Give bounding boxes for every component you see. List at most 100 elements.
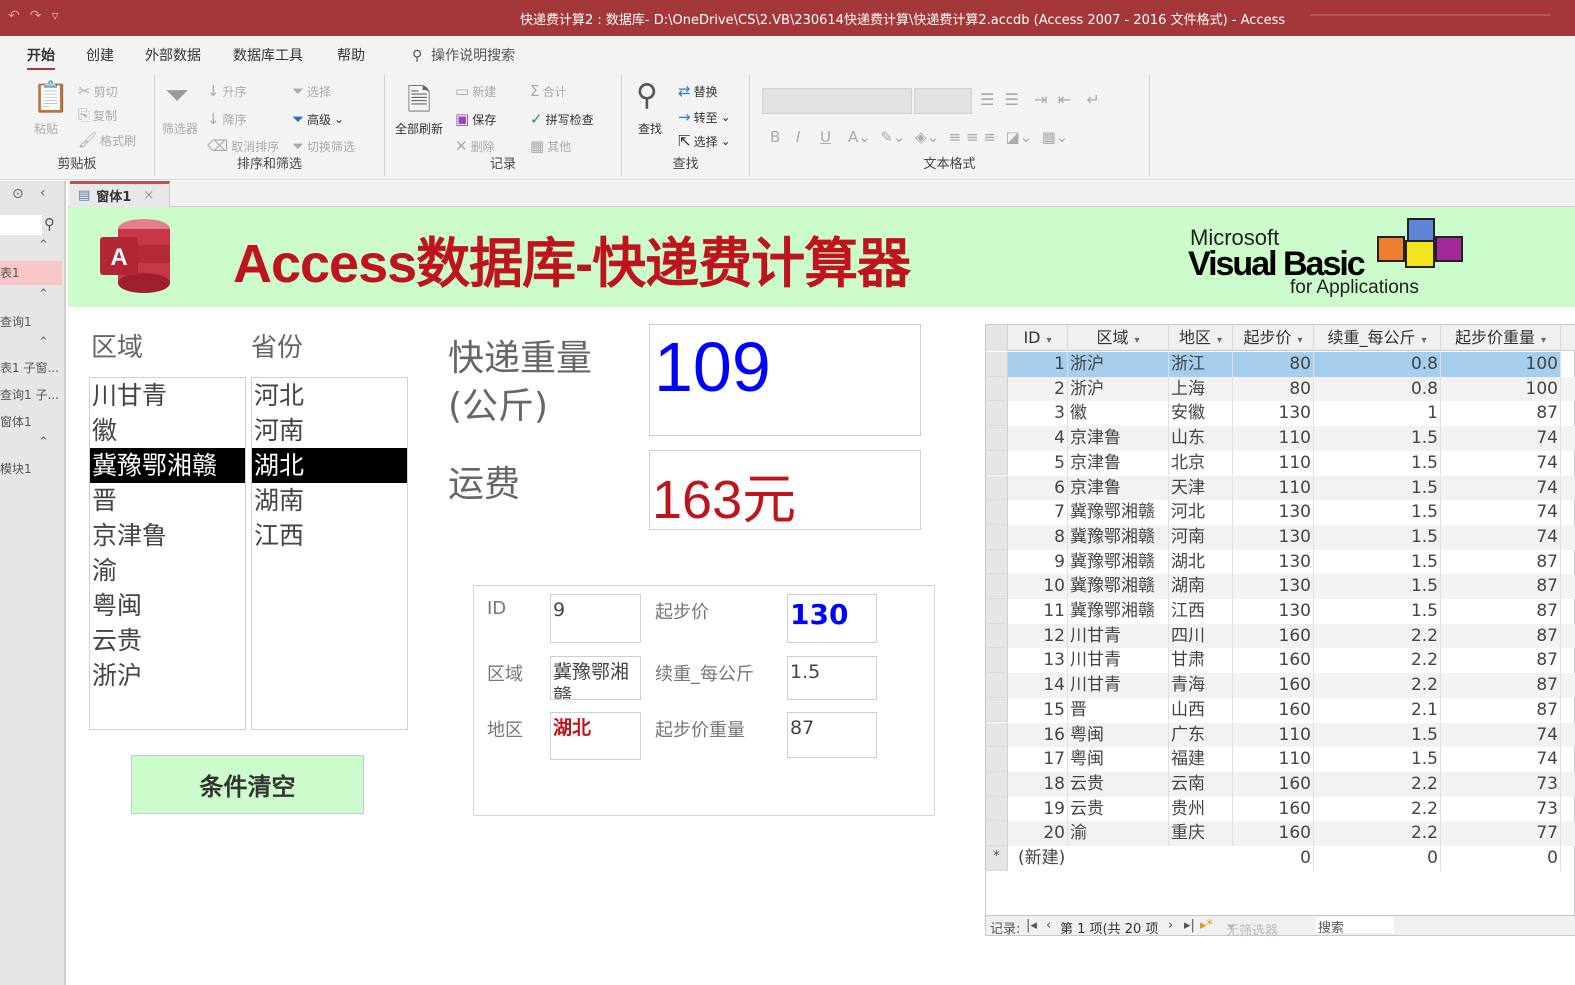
table-cell[interactable]: 74 xyxy=(1441,747,1561,772)
table-row[interactable]: 3 徽安徽 130 1 87 xyxy=(986,401,1575,427)
table-cell[interactable]: 74 xyxy=(1441,475,1561,501)
table-cell[interactable]: 87 xyxy=(1441,549,1561,575)
table-cell[interactable]: 74 xyxy=(1441,524,1561,550)
collapse-nav-icon[interactable]: ‹ xyxy=(40,185,46,201)
table-cell[interactable]: 160 xyxy=(1233,771,1314,797)
region-listbox[interactable]: 川甘青徽冀豫鄂湘赣晋京津鲁渝粤闽 云贵 浙沪 xyxy=(89,377,246,730)
table-cell[interactable]: 1 xyxy=(1314,401,1441,427)
table-cell[interactable]: 1.5 xyxy=(1314,450,1441,476)
table-row[interactable]: 14 川甘青 青海 160 2.2 87 xyxy=(986,673,1575,698)
table-cell[interactable]: 20 xyxy=(1008,821,1068,846)
table-cell[interactable]: 110 xyxy=(1233,475,1314,501)
table-cell[interactable]: 湖南 xyxy=(1169,574,1233,599)
region-list-item[interactable]: 冀豫鄂湘赣 xyxy=(90,448,245,483)
row-selector[interactable] xyxy=(986,821,1008,846)
row-selector[interactable] xyxy=(986,599,1008,624)
table-cell[interactable]: 晋 xyxy=(1068,697,1169,723)
detail-id-field[interactable]: 9 xyxy=(550,594,641,643)
sort-descending-button[interactable]: ↓ 降序 xyxy=(207,110,247,128)
table-cell[interactable]: 1 xyxy=(1008,352,1068,377)
last-record-button[interactable]: ▸| xyxy=(1184,918,1195,933)
filter-button[interactable]: 筛选器 xyxy=(162,120,198,137)
cut-button[interactable]: ✂ 剪切 xyxy=(78,82,118,100)
new-row-cell[interactable]: 0 xyxy=(1314,846,1441,871)
table-cell[interactable]: 0.8 xyxy=(1314,352,1441,377)
paste-button[interactable]: 粘贴 xyxy=(34,120,58,137)
tab-help[interactable]: 帮助 xyxy=(337,45,365,65)
tell-me-search[interactable]: ⚲ 操作说明搜索 xyxy=(412,45,515,65)
customize-qat-icon[interactable]: ▿ xyxy=(51,8,58,24)
table-row[interactable]: 16 粤闽 广东 110 1.5 74 xyxy=(986,722,1575,748)
region-list-item[interactable]: 徽 xyxy=(90,413,245,448)
row-selector[interactable] xyxy=(986,722,1008,748)
column-dropdown-icon[interactable]: ▾ xyxy=(1297,335,1302,346)
table-cell[interactable]: 冀豫鄂湘赣 xyxy=(1068,500,1169,525)
close-tab-icon[interactable]: × xyxy=(143,188,154,203)
table-cell[interactable]: 上海 xyxy=(1169,376,1233,402)
region-list-item[interactable]: 京津鲁 xyxy=(90,518,245,553)
table-cell[interactable]: 渝 xyxy=(1068,821,1169,846)
nav-item-module1[interactable]: 模块1 xyxy=(0,460,62,477)
table-cell[interactable]: 14 xyxy=(1008,673,1068,698)
region-list-item[interactable]: 浙沪 xyxy=(90,658,245,693)
table-cell[interactable]: 74 xyxy=(1441,426,1561,451)
table-cell[interactable]: 2 xyxy=(1008,376,1068,402)
table-row[interactable]: 1 浙沪 浙江 80 0.8 100 xyxy=(986,352,1575,377)
table-cell[interactable]: 110 xyxy=(1233,747,1314,772)
table-cell[interactable]: 天津 xyxy=(1169,475,1233,501)
table-row[interactable]: 10 冀豫鄂湘赣 湖南 130 1.5 87 xyxy=(986,574,1575,599)
selection-button[interactable]: ⏷ 选择 xyxy=(292,82,331,100)
table-cell[interactable]: 1.5 xyxy=(1314,747,1441,772)
table-cell[interactable]: 云南 xyxy=(1169,771,1233,797)
region-list-item[interactable]: 渝 xyxy=(90,553,245,588)
table-row[interactable]: 17 粤闽 福建 110 1.5 74 xyxy=(986,747,1575,772)
table-cell[interactable]: 87 xyxy=(1441,599,1561,624)
table-cell[interactable]: 160 xyxy=(1233,648,1314,674)
table-cell[interactable]: 山东 xyxy=(1169,426,1233,451)
table-cell[interactable]: 1.5 xyxy=(1314,524,1441,550)
table-cell[interactable]: 云贵 xyxy=(1068,796,1169,822)
row-selector[interactable] xyxy=(986,549,1008,575)
table-cell[interactable]: 川甘青 xyxy=(1068,648,1169,674)
table-cell[interactable]: 9 xyxy=(1008,549,1068,575)
table-cell[interactable]: 8 xyxy=(1008,524,1068,550)
table-cell[interactable]: 1.5 xyxy=(1314,475,1441,501)
row-selector[interactable] xyxy=(986,697,1008,723)
table-row[interactable]: 19 云贵 贵州 160 2.2 73 xyxy=(986,796,1575,822)
table-cell[interactable]: 0.8 xyxy=(1314,376,1441,402)
table-cell[interactable]: 18 xyxy=(1008,771,1068,797)
row-selector[interactable] xyxy=(986,623,1008,649)
table-row[interactable]: 13 川甘青 甘肃 160 2.2 87 xyxy=(986,648,1575,674)
spelling-button[interactable]: ✓ 拼写检查 xyxy=(530,110,594,128)
table-cell[interactable]: 京津鲁 xyxy=(1068,475,1169,501)
table-row[interactable]: 12 川甘青 四川 160 2.2 87 xyxy=(986,623,1575,649)
advanced-button[interactable]: ⏷ 高级 ⌄ xyxy=(292,110,344,128)
table-cell[interactable]: 安徽 xyxy=(1169,401,1233,427)
table-row[interactable]: 2 浙沪 上海 80 0.8 100 xyxy=(986,376,1575,402)
table-cell[interactable]: 19 xyxy=(1008,796,1068,822)
table-cell[interactable]: 74 xyxy=(1441,500,1561,525)
font-name-select[interactable] xyxy=(762,88,912,114)
table-row[interactable]: 11 冀豫鄂湘赣 江西 130 1.5 87 xyxy=(986,599,1575,624)
select-button[interactable]: ⇱ 选择 ⌄ xyxy=(678,132,731,150)
table-cell[interactable]: 冀豫鄂湘赣 xyxy=(1068,574,1169,599)
nav-group-caret-icon[interactable]: ⌃ xyxy=(38,335,49,350)
table-cell[interactable]: 10 xyxy=(1008,574,1068,599)
format-buttons[interactable]: A⌄ ✎⌄ ◈⌄ ≡ ≡ ≡ ◪⌄ ▦⌄ xyxy=(848,128,1068,146)
clear-conditions-button[interactable]: 条件清空 xyxy=(131,755,364,814)
find-button[interactable]: 查找 xyxy=(638,120,662,137)
table-cell[interactable]: 川甘青 xyxy=(1068,673,1169,698)
table-cell[interactable]: 浙江 xyxy=(1169,352,1233,377)
table-cell[interactable]: 京津鲁 xyxy=(1068,450,1169,476)
detail-base-price-field[interactable]: 130 xyxy=(787,594,877,643)
table-cell[interactable]: 15 xyxy=(1008,697,1068,723)
detail-area-field[interactable]: 湖北 xyxy=(550,712,641,760)
province-list-item[interactable]: 河南 xyxy=(252,413,407,448)
replace-button[interactable]: ⇄ 替换 xyxy=(678,82,718,100)
bold-button[interactable]: B xyxy=(770,128,780,146)
table-cell[interactable]: 12 xyxy=(1008,623,1068,649)
italic-button[interactable]: I xyxy=(796,128,800,146)
table-cell[interactable]: 16 xyxy=(1008,722,1068,748)
detail-region-field[interactable]: 冀豫鄂湘赣 xyxy=(550,656,641,700)
table-cell[interactable]: 粤闽 xyxy=(1068,722,1169,748)
